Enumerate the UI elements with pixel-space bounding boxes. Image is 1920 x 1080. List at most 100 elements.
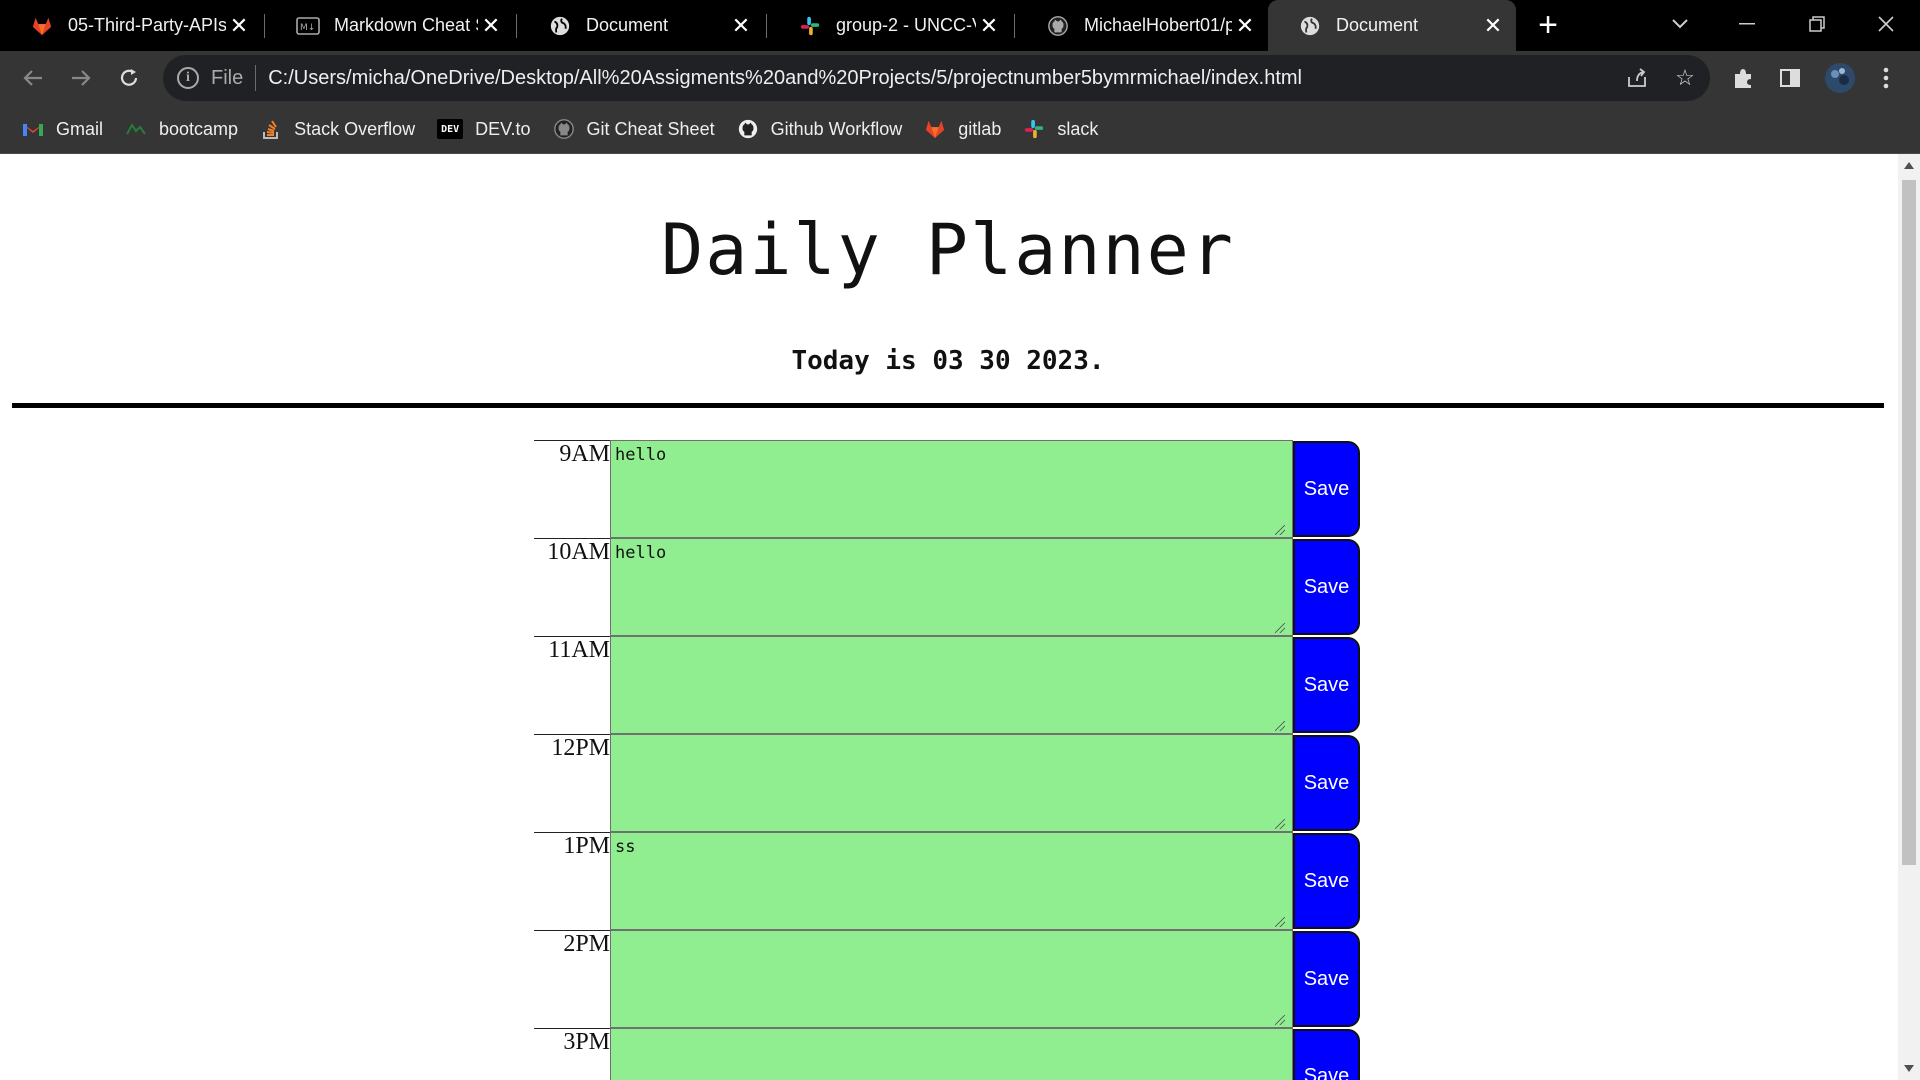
bookmark-bootcamp[interactable]: bootcamp xyxy=(125,118,238,140)
header-divider xyxy=(12,403,1884,408)
address-bar[interactable]: i File C:/Users/micha/OneDrive/Desktop/A… xyxy=(163,55,1710,101)
markdown-icon: M↓ xyxy=(296,14,320,38)
event-textarea[interactable] xyxy=(610,636,1293,734)
bookmark-stackoverflow[interactable]: Stack Overflow xyxy=(260,118,415,140)
scheme-label: File xyxy=(211,66,244,89)
bookmark-gmail[interactable]: Gmail xyxy=(22,118,103,140)
tab-search-icon[interactable] xyxy=(1660,6,1700,42)
tab-slack-group[interactable]: group-2 - UNCC-VI ✕ xyxy=(768,0,1012,51)
tab-document[interactable]: Document ✕ xyxy=(518,0,764,51)
bookmark-star-icon[interactable]: ☆ xyxy=(1670,63,1700,93)
bookmark-label: slack xyxy=(1057,118,1099,139)
tab-title: Document xyxy=(1336,15,1419,35)
save-button[interactable]: Save xyxy=(1293,931,1360,1027)
resize-grip[interactable] xyxy=(1275,819,1285,829)
bookmark-label: Github Workflow xyxy=(770,118,903,139)
close-icon[interactable]: ✕ xyxy=(728,13,754,39)
vertical-scrollbar[interactable] xyxy=(1898,154,1920,1080)
github-icon xyxy=(553,118,575,140)
share-icon[interactable] xyxy=(1622,63,1652,93)
bookmark-label: Stack Overflow xyxy=(294,118,416,139)
bookmarks-bar: Gmail bootcamp Stack Overflow DEV DEV.to… xyxy=(0,105,1920,154)
bookmark-git-cheat-sheet[interactable]: Git Cheat Sheet xyxy=(553,118,715,140)
slack-icon xyxy=(798,14,822,38)
avatar[interactable] xyxy=(1823,61,1857,95)
resize-grip[interactable] xyxy=(1275,525,1285,535)
page-viewport: Daily Planner Today is 03 30 2023. 9AM h… xyxy=(0,154,1898,1080)
gitlab-icon xyxy=(924,118,946,140)
tab-title: Document xyxy=(586,15,669,35)
time-block: 3PM Save xyxy=(534,1028,1360,1080)
browser-toolbar: i File C:/Users/micha/OneDrive/Desktop/A… xyxy=(0,51,1920,105)
bookmark-gitlab[interactable]: gitlab xyxy=(924,118,1001,140)
tab-third-party-apis[interactable]: 05-Third-Party-APIs ✕ xyxy=(0,0,262,51)
url-text[interactable]: C:/Users/micha/OneDrive/Desktop/All%20As… xyxy=(268,67,1302,90)
tab-strip: 05-Third-Party-APIs ✕ M↓ Markdown Cheat … xyxy=(0,0,1920,51)
minimize-icon[interactable] xyxy=(1728,6,1768,42)
resize-grip[interactable] xyxy=(1275,1015,1285,1025)
tab-title: 05-Third-Party-APIs xyxy=(68,15,226,35)
bookmark-label: Git Cheat Sheet xyxy=(586,118,715,139)
scroll-down-icon[interactable] xyxy=(1904,1065,1914,1072)
event-textarea[interactable] xyxy=(610,930,1293,1028)
event-textarea[interactable]: hello xyxy=(610,440,1293,538)
time-block: 11AM Save xyxy=(534,636,1360,734)
time-block: 2PM Save xyxy=(534,930,1360,1028)
extensions-icon[interactable] xyxy=(1728,63,1758,93)
hour-label: 9AM xyxy=(534,440,610,538)
close-icon[interactable]: ✕ xyxy=(478,13,504,39)
save-button[interactable]: Save xyxy=(1293,637,1360,733)
hour-label: 11AM xyxy=(534,636,610,734)
bookmark-label: DEV.to xyxy=(475,118,531,139)
restore-icon[interactable] xyxy=(1797,6,1837,42)
close-icon[interactable]: ✕ xyxy=(226,13,252,39)
bookmark-label: gitlab xyxy=(958,118,1002,139)
bookmark-slack[interactable]: slack xyxy=(1023,118,1098,140)
gmail-icon xyxy=(22,118,44,140)
hour-label: 12PM xyxy=(534,734,610,832)
scrollbar-thumb[interactable] xyxy=(1902,180,1916,865)
bookmark-devto[interactable]: DEV DEV.to xyxy=(437,118,531,140)
event-textarea[interactable]: ss xyxy=(610,832,1293,930)
new-tab-button[interactable]: + xyxy=(1531,8,1565,42)
resize-grip[interactable] xyxy=(1275,917,1285,927)
close-icon[interactable]: ✕ xyxy=(976,13,1002,39)
page-title: Daily Planner xyxy=(661,209,1235,291)
forward-icon[interactable] xyxy=(64,61,98,95)
menu-icon[interactable] xyxy=(1871,63,1901,93)
info-icon[interactable]: i xyxy=(177,67,199,89)
resize-grip[interactable] xyxy=(1275,721,1285,731)
hour-label: 1PM xyxy=(534,832,610,930)
window-close-icon[interactable] xyxy=(1866,6,1906,42)
tab-markdown-cheat-sheet[interactable]: M↓ Markdown Cheat Sheet ✕ xyxy=(266,0,514,51)
save-button[interactable]: Save xyxy=(1293,441,1360,537)
scroll-up-icon[interactable] xyxy=(1904,162,1914,169)
tab-github-repo[interactable]: MichaelHobert01/p ✕ xyxy=(1016,0,1268,51)
save-button[interactable]: Save xyxy=(1293,735,1360,831)
save-button[interactable]: Save xyxy=(1293,833,1360,929)
bookmark-github-workflow[interactable]: Github Workflow xyxy=(737,118,903,140)
save-button[interactable]: Save xyxy=(1293,1029,1360,1080)
tab-title: Markdown Cheat Sheet xyxy=(334,15,478,35)
hour-label: 2PM xyxy=(534,930,610,1028)
back-icon[interactable] xyxy=(16,61,50,95)
bookmark-label: bootcamp xyxy=(159,118,239,139)
event-textarea[interactable] xyxy=(610,1028,1293,1080)
resize-grip[interactable] xyxy=(1275,623,1285,633)
dev-icon: DEV xyxy=(437,119,464,139)
side-panel-icon[interactable] xyxy=(1775,63,1805,93)
svg-text:M↓: M↓ xyxy=(300,23,315,33)
reload-icon[interactable] xyxy=(112,61,146,95)
bootcamp-icon xyxy=(125,118,147,140)
tab-document-active[interactable]: Document ✕ xyxy=(1268,0,1516,51)
time-block: 12PM Save xyxy=(534,734,1360,832)
close-icon[interactable]: ✕ xyxy=(1480,13,1506,39)
event-textarea[interactable]: hello xyxy=(610,538,1293,636)
event-textarea[interactable] xyxy=(610,734,1293,832)
hour-label: 10AM xyxy=(534,538,610,636)
save-button[interactable]: Save xyxy=(1293,539,1360,635)
tab-title: group-2 - UNCC-VI xyxy=(836,15,976,35)
globe-icon xyxy=(548,14,572,38)
globe-icon xyxy=(1298,14,1322,38)
close-icon[interactable]: ✕ xyxy=(1232,13,1258,39)
